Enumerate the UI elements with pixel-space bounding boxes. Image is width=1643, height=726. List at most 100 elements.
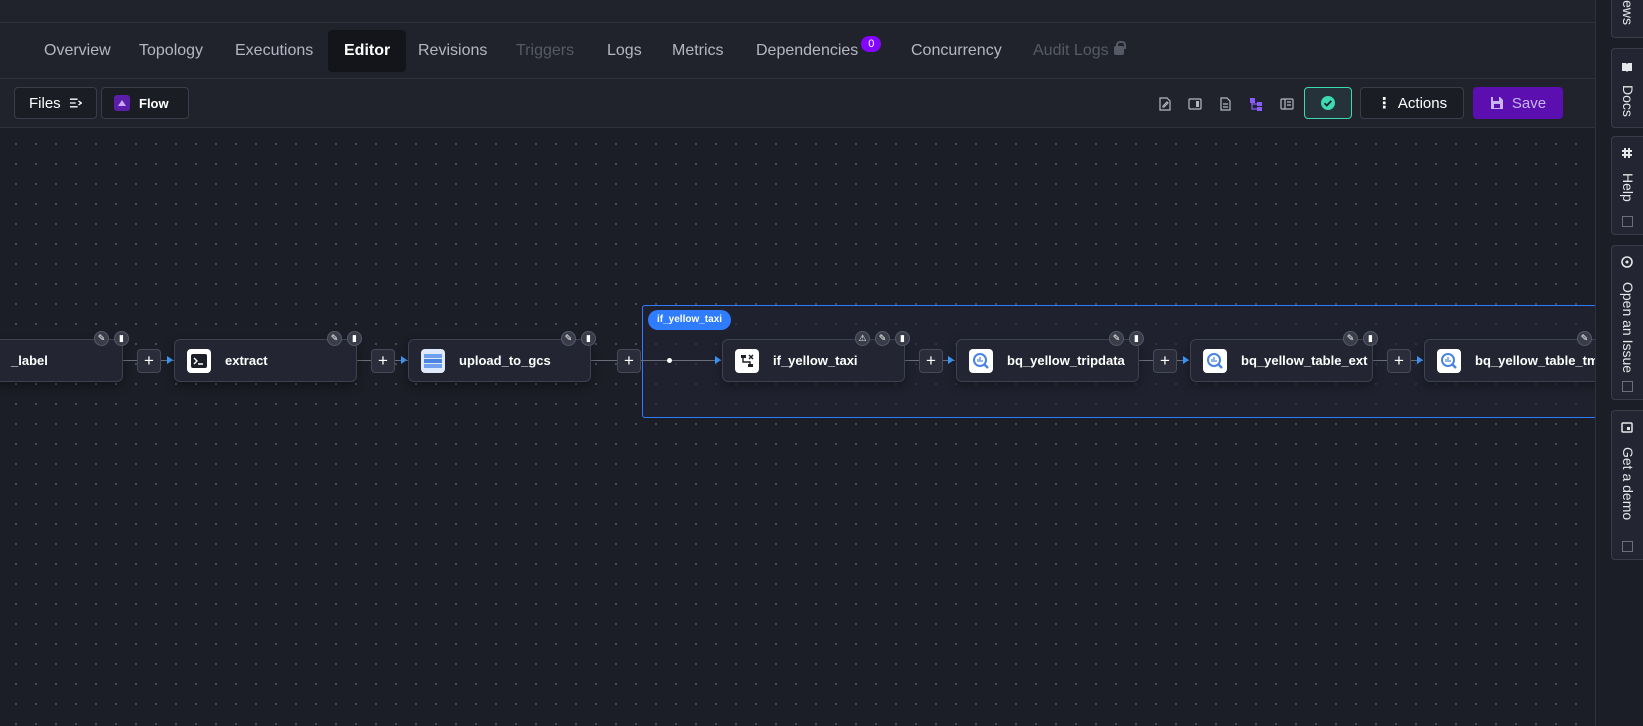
condition-icon (735, 348, 759, 373)
tab-executions[interactable]: Executions (219, 30, 329, 72)
edit-source-icon[interactable] (1157, 96, 1173, 112)
task-node-bq-yellow-table-ext[interactable]: bq_yellow_table_ext ✎ ▮ (1190, 331, 1378, 382)
get-demo-label: Get a demo (1620, 447, 1636, 521)
book-icon (1622, 63, 1632, 72)
task-node-name: bq_yellow_tripdata (1007, 353, 1125, 368)
files-button[interactable]: Files (14, 87, 97, 119)
add-task-button[interactable]: + (617, 349, 641, 373)
flow-label: Flow (139, 95, 169, 111)
terminal-icon (187, 348, 211, 373)
help-label: Help (1620, 173, 1636, 202)
topology-canvas[interactable] (0, 128, 1595, 726)
tab-dependencies-label: Dependencies (756, 42, 859, 59)
files-label: Files (29, 94, 61, 112)
task-node-upload-to-gcs[interactable]: upload_to_gcs ✎ ▮ (408, 331, 596, 382)
edge-arrow (948, 356, 954, 364)
delete-icon[interactable]: ▮ (581, 331, 596, 346)
tab-metrics[interactable]: Metrics (656, 30, 740, 72)
open-issue-label: Open an Issue (1620, 282, 1636, 374)
lock-icon (1113, 41, 1126, 55)
add-task-button[interactable]: + (137, 349, 161, 373)
dependencies-count-badge: 0 (861, 36, 882, 52)
flow-tabs: Overview Topology Executions Editor Revi… (0, 23, 1595, 79)
tab-triggers: Triggers (516, 42, 575, 59)
floppy-disk-icon (1490, 97, 1503, 109)
junction-dot (667, 358, 672, 363)
edit-icon[interactable]: ✎ (1109, 331, 1124, 346)
task-node-name: if_yellow_taxi (773, 353, 858, 368)
add-task-button[interactable]: + (1153, 349, 1177, 373)
docs-label: Docs (1620, 85, 1636, 117)
external-link-icon (1622, 541, 1633, 552)
bigquery-icon (969, 348, 993, 373)
panel-view-icon[interactable] (1279, 96, 1295, 112)
right-sidebar: iews Docs Help Open an Issue Get a demo (1595, 0, 1643, 726)
tab-audit-logs: Audit Logs (1017, 30, 1140, 72)
bigquery-icon (1437, 348, 1461, 373)
actions-button[interactable]: ⋮ Actions (1360, 87, 1464, 119)
top-strip (0, 0, 1595, 23)
edge (591, 360, 721, 361)
tab-editor[interactable]: Editor (328, 30, 407, 72)
add-task-button[interactable]: + (1387, 349, 1411, 373)
task-node-name: extract (225, 353, 268, 368)
open-issue-button[interactable]: Open an Issue (1611, 245, 1643, 400)
document-icon[interactable] (1217, 96, 1233, 112)
edge-arrow (401, 356, 407, 364)
edit-icon[interactable]: ✎ (1343, 331, 1358, 346)
check-circle-icon (1321, 96, 1335, 110)
help-button[interactable]: Help (1611, 136, 1643, 235)
external-link-icon (1622, 216, 1633, 227)
edit-icon[interactable]: ✎ (1577, 331, 1592, 346)
delete-icon[interactable]: ▮ (1363, 331, 1378, 346)
task-node-name: _label (11, 353, 48, 368)
add-task-button[interactable]: + (919, 349, 943, 373)
tab-revisions[interactable]: Revisions (402, 30, 503, 72)
tab-topology[interactable]: Topology (123, 30, 219, 72)
editor-toolbar: Files Flow ⋮ Actions Save (0, 79, 1595, 128)
bigquery-icon (1203, 348, 1227, 373)
tab-dependencies[interactable]: Dependencies 0 (740, 30, 897, 72)
calendar-icon (1621, 422, 1633, 433)
cluster-label: if_yellow_taxi (648, 310, 732, 330)
edit-icon[interactable]: ✎ (94, 331, 109, 346)
task-node-bq-yellow-table-tmp[interactable]: bq_yellow_table_tmp ✎ (1424, 331, 1607, 382)
task-node-extract[interactable]: extract ✎ ▮ (174, 331, 362, 382)
tab-overview[interactable]: Overview (28, 30, 127, 72)
split-view-icon[interactable] (1187, 96, 1203, 112)
task-node-bq-yellow-tripdata[interactable]: bq_yellow_tripdata ✎ ▮ (956, 331, 1144, 382)
edge-arrow (1183, 356, 1189, 364)
edge-arrow (1417, 356, 1423, 364)
edit-icon[interactable]: ✎ (561, 331, 576, 346)
task-node-name: bq_yellow_table_ext (1241, 353, 1368, 368)
docs-button[interactable]: Docs (1611, 48, 1643, 128)
edit-icon[interactable]: ✎ (327, 331, 342, 346)
tab-audit-logs-label: Audit Logs (1033, 42, 1109, 59)
save-label: Save (1511, 94, 1547, 112)
tab-concurrency[interactable]: Concurrency (895, 30, 1018, 72)
storage-icon (421, 348, 445, 373)
slack-icon (1622, 148, 1632, 158)
validation-status-button[interactable] (1304, 87, 1352, 119)
task-node-label[interactable]: _label ✎ ▮ (0, 331, 129, 382)
task-node-if-yellow-taxi[interactable]: if_yellow_taxi ⚠ ✎ ▮ (722, 331, 910, 382)
views-button[interactable]: iews (1611, 0, 1643, 38)
kebab-icon: ⋮ (1376, 95, 1392, 112)
delete-icon[interactable]: ▮ (895, 331, 910, 346)
flow-icon (114, 95, 130, 111)
edit-icon[interactable]: ✎ (875, 331, 890, 346)
warning-icon[interactable]: ⚠ (855, 331, 870, 346)
get-demo-button[interactable]: Get a demo (1611, 410, 1643, 560)
save-button[interactable]: Save (1473, 87, 1563, 119)
add-task-button[interactable]: + (371, 349, 395, 373)
tab-logs[interactable]: Logs (591, 30, 658, 72)
github-icon (1621, 256, 1633, 268)
delete-icon[interactable]: ▮ (1129, 331, 1144, 346)
topology-view-icon[interactable] (1248, 96, 1264, 112)
edge-arrow (167, 356, 173, 364)
actions-label: Actions (1397, 94, 1448, 112)
task-node-name: bq_yellow_table_tmp (1475, 353, 1607, 368)
flow-button[interactable]: Flow (101, 87, 189, 119)
delete-icon[interactable]: ▮ (347, 331, 362, 346)
delete-icon[interactable]: ▮ (114, 331, 129, 346)
